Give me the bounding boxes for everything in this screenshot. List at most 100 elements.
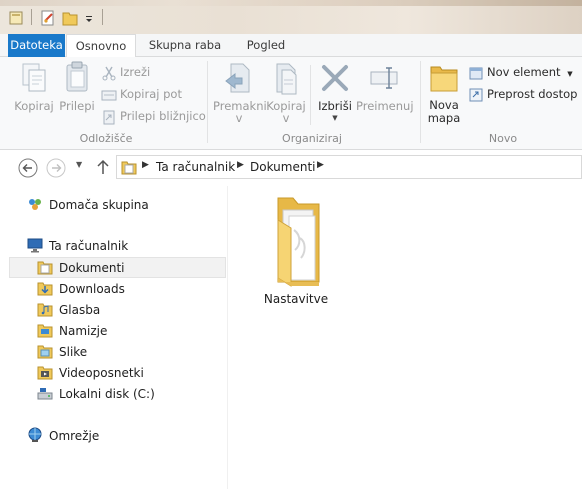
sidebar-item-music[interactable]: Glasba: [37, 300, 100, 321]
move-to-icon: [225, 63, 250, 93]
copy-to-icon: [276, 63, 297, 95]
rename-icon: [370, 67, 398, 89]
sidebar-item-label: Ta računalnik: [49, 239, 129, 253]
sidebar-item-videos[interactable]: Videoposnetki: [37, 363, 144, 384]
sidebar-item-label: Slike: [59, 345, 88, 359]
ribbon-group-separator: [207, 61, 208, 143]
sidebar-item-label: Downloads: [59, 282, 125, 296]
organize-inner-separator: [310, 65, 311, 125]
copy-path-button[interactable]: Kopiraj pot: [101, 84, 182, 104]
delete-label: Izbriši: [318, 99, 352, 113]
cut-label: Izreži: [120, 65, 151, 79]
copy-icon: [22, 63, 46, 92]
documents-folder-icon: [37, 261, 53, 275]
forward-arrow-icon[interactable]: [45, 157, 67, 179]
rename-label: Preimenuj: [356, 99, 414, 113]
copy-to-button[interactable]: Kopiraj v: [264, 61, 308, 125]
delete-icon: [322, 65, 348, 91]
tab-file[interactable]: Datoteka: [8, 34, 65, 57]
file-list[interactable]: Nastavitve: [229, 186, 582, 489]
customize-quick-access-icon[interactable]: [84, 9, 94, 27]
move-to-arrow: v: [235, 111, 243, 125]
ribbon-panel: Kopiraj Prilepi Izreži Kopiraj pot Prile…: [0, 57, 582, 149]
documents-folder-icon: [121, 161, 137, 175]
cut-button[interactable]: Izreži: [101, 62, 150, 82]
sidebar-item-label: Lokalni disk (C:): [59, 387, 155, 401]
sidebar-item-pictures[interactable]: Slike: [37, 342, 87, 363]
sidebar-item-downloads[interactable]: Downloads: [37, 279, 125, 300]
videos-folder-icon: [37, 366, 53, 380]
downloads-folder-icon: [37, 282, 53, 296]
delete-dropdown-icon[interactable]: ▼: [314, 113, 356, 123]
computer-icon: [27, 238, 43, 253]
new-group-label: Novo: [488, 132, 518, 145]
copy-button[interactable]: Kopiraj: [14, 61, 54, 113]
sidebar-item-documents[interactable]: Dokumenti: [9, 257, 226, 278]
list-item[interactable]: Nastavitve: [251, 190, 341, 310]
new-item-button[interactable]: Nov element ▼: [468, 62, 573, 82]
window-menu-icon[interactable]: [8, 9, 24, 27]
new-item-icon: [469, 67, 483, 79]
tab-home[interactable]: Osnovno: [66, 34, 136, 58]
paste-shortcut-button[interactable]: Prilepi bližnjico: [101, 106, 206, 126]
sidebar-item-homegroup[interactable]: Domača skupina: [27, 195, 149, 216]
ribbon-group-separator-2: [420, 61, 421, 143]
new-item-dropdown-icon[interactable]: ▼: [567, 70, 572, 78]
back-arrow-icon[interactable]: [17, 157, 39, 179]
scissors-icon: [102, 66, 116, 80]
sidebar-item-label: Domača skupina: [49, 198, 149, 212]
network-icon: [28, 427, 42, 442]
new-folder-button[interactable]: Nova mapa: [424, 61, 464, 125]
sidebar-item-label: Videoposnetki: [59, 366, 144, 380]
homegroup-icon: [29, 199, 41, 210]
breadcrumb-separator-3[interactable]: ▶: [317, 160, 324, 170]
copy-label: Kopiraj: [14, 99, 54, 113]
paste-shortcut-label: Prilepi bližnjico: [120, 109, 206, 123]
ribbon-tabs: Datoteka Osnovno Skupna raba Pogled: [0, 34, 582, 58]
easy-access-label: Preprost dostop: [487, 87, 578, 101]
sidebar-item-local-disk[interactable]: Lokalni disk (C:): [37, 384, 155, 405]
breadcrumb-separator-2[interactable]: ▶: [237, 160, 244, 170]
pictures-folder-icon: [37, 345, 53, 359]
new-folder-label-line2: mapa: [427, 111, 461, 125]
paste-button[interactable]: Prilepi: [58, 61, 96, 113]
new-folder-quick-icon[interactable]: [62, 9, 78, 27]
file-name: Nastavitve: [263, 292, 329, 306]
recent-locations-icon[interactable]: ▼: [76, 160, 82, 169]
quick-access-separator-2: [102, 9, 103, 25]
address-bar[interactable]: ▶ Ta računalnik ▶ Dokumenti ▶: [116, 155, 582, 179]
properties-icon[interactable]: [40, 9, 56, 27]
sidebar-item-label: Glasba: [59, 303, 101, 317]
clipboard-group-label: Odložišče: [79, 132, 133, 145]
new-item-label: Nov element: [487, 65, 561, 79]
breadcrumb-documents[interactable]: Dokumenti: [250, 160, 315, 174]
sidebar-item-this-pc[interactable]: Ta računalnik: [27, 236, 128, 257]
tab-view[interactable]: Pogled: [232, 34, 300, 57]
paste-label: Prilepi: [59, 99, 95, 113]
new-folder-icon: [430, 66, 458, 92]
sidebar-item-label: Dokumenti: [59, 261, 125, 275]
tab-share[interactable]: Skupna raba: [142, 34, 228, 57]
up-arrow-icon[interactable]: [95, 158, 111, 176]
sidebar-item-network[interactable]: Omrežje: [27, 426, 99, 447]
organize-group-label: Organiziraj: [282, 132, 342, 145]
desktop-folder-icon: [37, 324, 53, 338]
sidebar-item-label: Namizje: [59, 324, 108, 338]
rename-button[interactable]: Preimenuj: [356, 61, 414, 113]
delete-button[interactable]: Izbriši ▼: [314, 61, 356, 123]
paste-icon: [66, 61, 88, 92]
easy-access-button[interactable]: Preprost dostop ▼: [468, 84, 582, 104]
move-to-button[interactable]: Premakni v: [213, 61, 267, 125]
breadcrumb-separator[interactable]: ▶: [142, 160, 149, 170]
navigation-pane: Domača skupina Ta računalnik Dokumenti D…: [0, 186, 228, 489]
drive-icon: [37, 388, 53, 400]
breadcrumb-this-pc[interactable]: Ta računalnik: [156, 160, 235, 174]
title-bar: [0, 0, 582, 34]
copy-path-icon: [101, 90, 117, 100]
title-bar-strip: [0, 0, 582, 6]
paste-shortcut-icon: [103, 110, 115, 124]
ribbon: Kopiraj Prilepi Izreži Kopiraj pot Prile…: [0, 57, 582, 150]
folder-icon: [277, 197, 320, 287]
sidebar-item-desktop[interactable]: Namizje: [37, 321, 107, 342]
copy-to-arrow: v: [282, 111, 290, 125]
